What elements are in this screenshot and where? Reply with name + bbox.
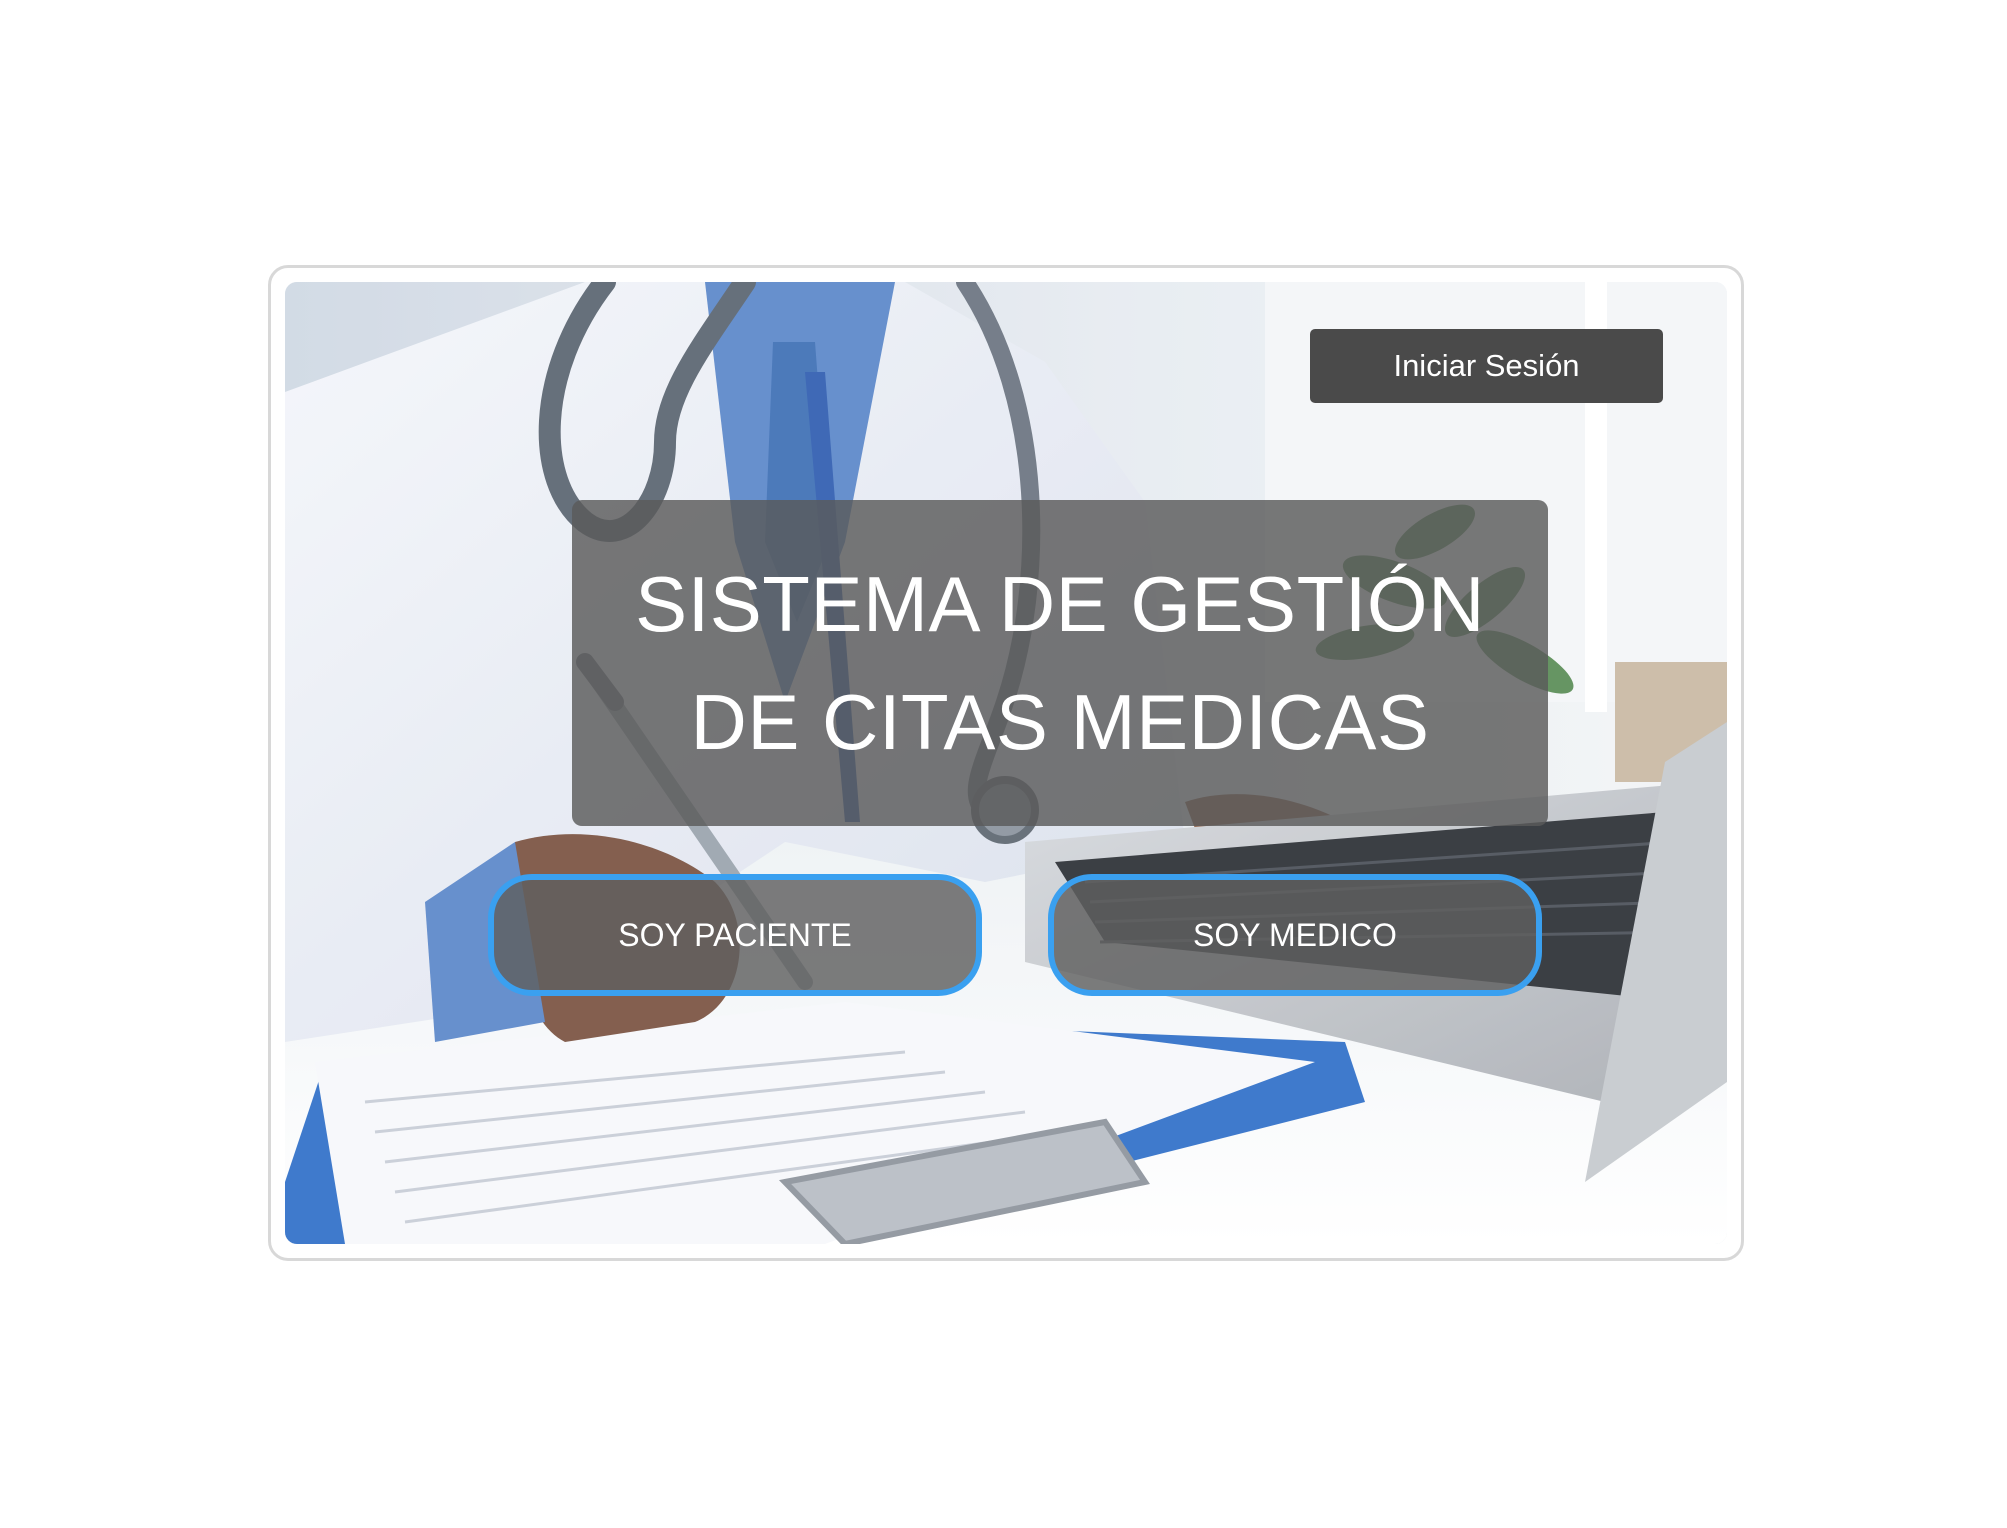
doctor-button[interactable]: SOY MEDICO	[1048, 874, 1542, 996]
page-title-line-1: SISTEMA DE GESTIÓN	[635, 560, 1485, 648]
hero-banner: Iniciar Sesión SISTEMA DE GESTIÓN DE CIT…	[285, 282, 1727, 1244]
login-button[interactable]: Iniciar Sesión	[1310, 329, 1663, 403]
page-title-line-2: DE CITAS MEDICAS	[690, 678, 1430, 766]
patient-button[interactable]: SOY PACIENTE	[488, 874, 982, 996]
title-panel: SISTEMA DE GESTIÓN DE CITAS MEDICAS	[572, 500, 1548, 826]
